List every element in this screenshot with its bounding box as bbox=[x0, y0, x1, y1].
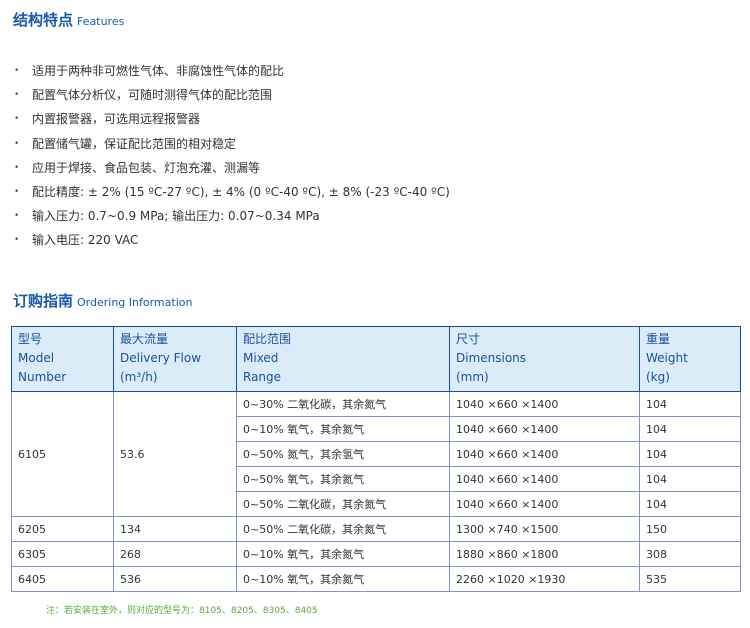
cell-weight: 104 bbox=[639, 466, 741, 492]
cell-range: 0~10% 氧气，其余氮气 bbox=[236, 541, 450, 567]
cell-range: 0~10% 氧气，其余氮气 bbox=[236, 566, 450, 592]
cell-dimensions: 1040 ×660 ×1400 bbox=[449, 416, 640, 442]
table-row: 6305 268 0~10% 氧气，其余氮气 1880 ×860 ×1800 3… bbox=[11, 541, 741, 567]
table-header-row: 型号 Model Number 最大流量 Delivery Flow (m³/h… bbox=[11, 326, 741, 392]
feature-text: 应用于焊接、食品包装、灯泡充灌、测漏等 bbox=[32, 160, 261, 175]
header-flow-unit: (m³/h) bbox=[120, 370, 158, 384]
bullet-icon: • bbox=[14, 186, 20, 197]
feature-text: 内置报警器，可选用远程报警器 bbox=[32, 112, 201, 127]
header-model-zh: 型号 bbox=[18, 332, 43, 346]
cell-flow: 536 bbox=[113, 566, 237, 592]
feature-text: 配置储气罐，保证配比范围的相对稳定 bbox=[32, 136, 237, 151]
bullet-icon: • bbox=[14, 114, 20, 125]
features-list: • 适用于两种非可燃性气体、非腐蚀性气体的配比 • 配置气体分析仪，可随时测得气体的… bbox=[14, 59, 450, 253]
cell-range: 0~50% 二氧化碳，其余氮气 bbox=[236, 491, 450, 517]
features-title-en: Features bbox=[77, 15, 125, 28]
bullet-icon: • bbox=[14, 138, 20, 149]
table-row: 6105 53.6 0~30% 二氧化碳，其余氮气 1040 ×660 ×140… bbox=[11, 391, 741, 517]
header-dimensions-unit: (mm) bbox=[456, 370, 489, 384]
cell-range: 0~30% 二氧化碳，其余氮气 bbox=[236, 391, 450, 417]
header-range: 配比范围 Mixed Range bbox=[236, 326, 450, 392]
cell-flow: 53.6 bbox=[113, 391, 237, 517]
header-flow: 最大流量 Delivery Flow (m³/h) bbox=[113, 326, 237, 392]
feature-item: • 内置报警器，可选用远程报警器 bbox=[14, 107, 450, 131]
table-row: 6205 134 0~50% 二氧化碳，其余氮气 1300 ×740 ×1500… bbox=[11, 516, 741, 542]
cell-range: 0~50% 氮气，其余氢气 bbox=[236, 441, 450, 467]
bullet-icon: • bbox=[14, 211, 20, 222]
header-weight-en: Weight bbox=[646, 351, 688, 365]
feature-item: • 输入压力: 0.7~0.9 MPa; 输出压力: 0.07~0.34 MPa bbox=[14, 204, 450, 228]
cell-flow: 134 bbox=[113, 516, 237, 542]
cell-weight: 104 bbox=[639, 441, 741, 467]
feature-text: 输入压力: 0.7~0.9 MPa; 输出压力: 0.07~0.34 MPa bbox=[32, 209, 320, 224]
feature-text: 适用于两种非可燃性气体、非腐蚀性气体的配比 bbox=[32, 64, 285, 78]
feature-text: 输入电压: 220 VAC bbox=[32, 233, 139, 248]
header-weight-unit: (kg) bbox=[646, 370, 670, 384]
feature-item: • 配置储气罐，保证配比范围的相对稳定 bbox=[14, 132, 450, 156]
header-flow-en: Delivery Flow bbox=[120, 351, 202, 365]
table-row: 6405 536 0~10% 氧气，其余氮气 2260 ×1020 ×1930 … bbox=[11, 566, 741, 592]
feature-item: • 应用于焊接、食品包装、灯泡充灌、测漏等 bbox=[14, 156, 450, 180]
footnote: 注：若安装在室外，则对应的型号为：8105、8205、8305、8405 bbox=[46, 606, 318, 616]
cell-weight: 104 bbox=[639, 491, 741, 517]
cell-dimensions: 1040 ×660 ×1400 bbox=[449, 441, 640, 467]
bullet-icon: • bbox=[14, 66, 20, 76]
header-model: 型号 Model Number bbox=[11, 326, 114, 392]
header-weight: 重量 Weight (kg) bbox=[639, 326, 741, 392]
header-dimensions: 尺寸 Dimensions (mm) bbox=[449, 326, 640, 392]
cell-weight: 104 bbox=[639, 416, 741, 442]
feature-text: 配比精度: ± 2% (15 ºC-27 ºC), ± 4% (0 ºC-40 … bbox=[32, 184, 450, 199]
cell-dimensions: 1040 ×660 ×1400 bbox=[449, 466, 640, 492]
feature-item: • 配比精度: ± 2% (15 ºC-27 ºC), ± 4% (0 ºC-40… bbox=[14, 180, 450, 204]
header-model-en2: Number bbox=[18, 370, 67, 384]
cell-model: 6405 bbox=[11, 566, 114, 592]
ordering-title-en: Ordering Information bbox=[77, 296, 193, 309]
cell-weight: 150 bbox=[639, 516, 741, 542]
cell-model: 6105 bbox=[11, 391, 114, 517]
features-title-zh: 结构特点 bbox=[13, 11, 74, 29]
header-model-en: Model bbox=[18, 351, 55, 365]
header-range-en2: Range bbox=[243, 370, 282, 384]
cell-range: 0~10% 氧气，其余氮气 bbox=[236, 416, 450, 442]
cell-weight: 104 bbox=[639, 391, 741, 417]
cell-dimensions: 1040 ×660 ×1400 bbox=[449, 391, 640, 417]
cell-range: 0~50% 氧气，其余氮气 bbox=[236, 466, 450, 492]
ordering-title: 订购指南 Ordering Information bbox=[13, 290, 192, 311]
cell-flow: 268 bbox=[113, 541, 237, 567]
cell-dimensions: 2260 ×1020 ×1930 bbox=[449, 566, 640, 592]
cell-dimensions: 1040 ×660 ×1400 bbox=[449, 491, 640, 517]
cell-dimensions: 1880 ×860 ×1800 bbox=[449, 541, 640, 567]
bullet-icon: • bbox=[14, 162, 20, 173]
ordering-title-zh: 订购指南 bbox=[13, 292, 74, 310]
cell-model: 6205 bbox=[11, 516, 114, 542]
feature-item: • 适用于两种非可燃性气体、非腐蚀性气体的配比 bbox=[14, 59, 450, 83]
cell-weight: 535 bbox=[639, 566, 741, 592]
feature-item: • 配置气体分析仪，可随时测得气体的配比范围 bbox=[14, 83, 450, 107]
feature-text: 配置气体分析仪，可随时测得气体的配比范围 bbox=[32, 88, 273, 103]
bullet-icon: • bbox=[14, 90, 20, 101]
cell-range: 0~50% 二氧化碳，其余氮气 bbox=[236, 516, 450, 542]
cell-dimensions: 1300 ×740 ×1500 bbox=[449, 516, 640, 542]
cell-model: 6305 bbox=[11, 541, 114, 567]
header-range-zh: 配比范围 bbox=[243, 332, 292, 346]
header-dimensions-zh: 尺寸 bbox=[456, 332, 481, 346]
cell-weight: 308 bbox=[639, 541, 741, 567]
header-weight-zh: 重量 bbox=[646, 332, 671, 346]
ordering-table: 型号 Model Number 最大流量 Delivery Flow (m³/h… bbox=[11, 326, 741, 592]
features-title: 结构特点 Features bbox=[13, 9, 124, 30]
header-dimensions-en: Dimensions bbox=[456, 351, 527, 365]
feature-item: • 输入电压: 220 VAC bbox=[14, 228, 450, 252]
bullet-icon: • bbox=[14, 235, 20, 246]
header-range-en: Mixed bbox=[243, 351, 279, 365]
header-flow-zh: 最大流量 bbox=[120, 332, 169, 346]
